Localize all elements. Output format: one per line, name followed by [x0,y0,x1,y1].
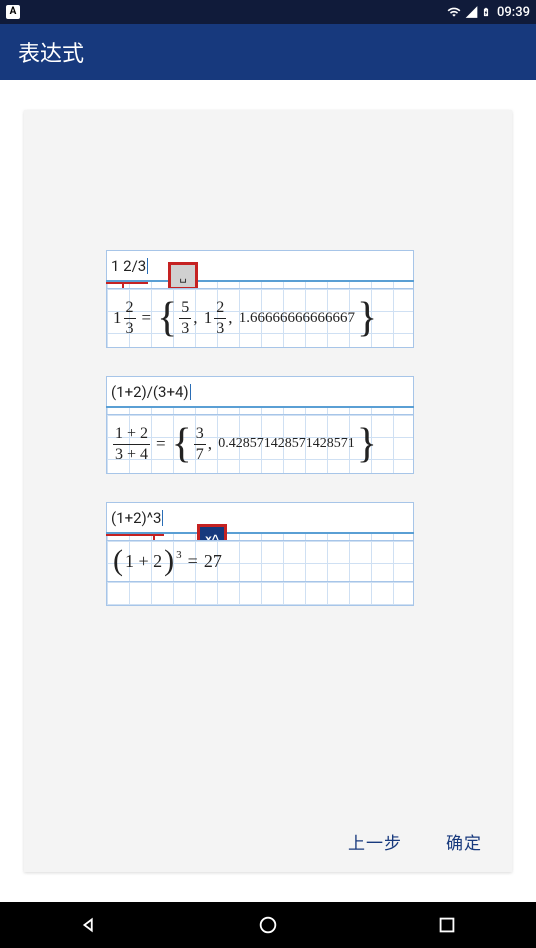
input-text-c: (1+2)^3 [111,509,161,527]
footer-buttons: 上一步 确定 [348,829,482,854]
status-right: 09:39 [446,4,530,20]
underline-a [106,280,414,282]
input-text-a: 1 2/3 [111,257,146,275]
result-grid-b: 1 + 23 + 4 = { 37 , 0.428571428571428571… [106,414,414,474]
app-title: 表达式 [18,36,84,68]
example-fraction-division: (1+2)/(3+4) 1 + 23 + 4 = { 37 , 0.428571… [106,376,414,474]
example-power: (1+2)^3 x^ ( 1 + 2 ) 3 = 2 [106,502,414,606]
prev-button[interactable]: 上一步 [348,829,402,854]
nav-back-icon[interactable] [78,914,100,936]
input-text-b: (1+2)/(3+4) [111,383,189,401]
nav-home-icon[interactable] [257,914,279,936]
status-left: A [6,5,20,19]
input-row-a[interactable]: 1 2/3 [106,250,414,280]
ok-button[interactable]: 确定 [446,829,482,854]
navigation-bar [0,902,536,948]
result-math-a: 1 23 = { 53 , 1 23 , 1.66666666666667 } [107,289,413,347]
content-area: 1 2/3 ␣ 1 23 = { 53 [0,80,536,902]
signal-icon [464,5,479,19]
red-underline-a [106,282,148,284]
input-row-b[interactable]: (1+2)/(3+4) [106,376,414,406]
input-row-c[interactable]: (1+2)^3 [106,502,414,532]
nav-recent-icon[interactable] [436,914,458,936]
status-bar: A 09:39 [0,0,536,24]
result-grid-a: 1 23 = { 53 , 1 23 , 1.66666666666667 } [106,288,414,348]
result-grid-c: ( 1 + 2 ) 3 = 27 [106,540,414,582]
battery-icon [481,4,491,20]
grid-extra-c [106,582,414,606]
app-icon-small: A [6,5,20,19]
wifi-icon [446,5,462,19]
examples-container: 1 2/3 ␣ 1 23 = { 53 [106,250,414,634]
tutorial-card: 1 2/3 ␣ 1 23 = { 53 [24,110,512,872]
red-underline-c [106,534,164,536]
space-hint-callout: ␣ [168,262,198,290]
underline-b [106,406,414,408]
result-math-b: 1 + 23 + 4 = { 37 , 0.428571428571428571… [107,415,413,473]
example-mixed-fraction: 1 2/3 ␣ 1 23 = { 53 [106,250,414,348]
status-time: 09:39 [497,5,530,20]
result-math-c: ( 1 + 2 ) 3 = 27 [107,541,413,581]
app-bar: 表达式 [0,24,536,80]
space-hint-text: ␣ [179,269,187,283]
